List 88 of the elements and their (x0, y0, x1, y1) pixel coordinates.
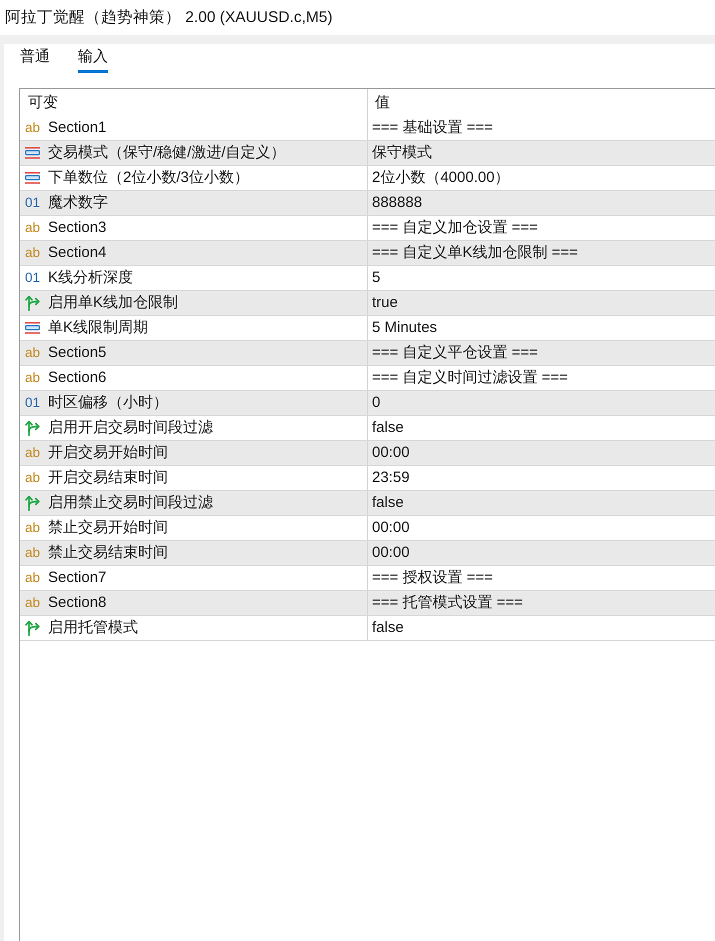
parameter-name: 启用禁止交易时间段过滤 (48, 494, 213, 512)
parameter-name: 启用托管模式 (48, 619, 138, 637)
parameter-name: 时区偏移（小时） (48, 394, 168, 412)
text-type-icon: ab (25, 570, 40, 586)
parameter-row[interactable]: ab Section1 === 基础设置 === (20, 116, 715, 141)
parameter-row[interactable]: ab 禁止交易结束时间 00:00 (20, 541, 715, 566)
parameter-name: 开启交易结束时间 (48, 469, 168, 487)
text-type-icon: ab (25, 470, 40, 486)
branch-arrow-icon (25, 620, 40, 636)
parameter-name: 魔术数字 (48, 194, 108, 212)
parameter-row[interactable]: ab Section8 === 托管模式设置 === (20, 591, 715, 616)
parameter-value: false (372, 419, 404, 437)
number-type-icon: 01 (25, 270, 40, 286)
parameter-value: 00:00 (372, 519, 410, 537)
parameter-value: === 自定义加仓设置 === (372, 219, 538, 237)
parameter-row[interactable]: ab 开启交易开始时间 00:00 (20, 441, 715, 466)
parameter-name: 禁止交易结束时间 (48, 544, 168, 562)
parameter-row[interactable]: ab 禁止交易开始时间 00:00 (20, 516, 715, 541)
parameter-value: 888888 (372, 194, 422, 212)
parameter-name: 启用单K线加仓限制 (48, 294, 178, 312)
parameter-value: === 基础设置 === (372, 119, 493, 137)
parameter-row[interactable]: ab 开启交易结束时间 23:59 (20, 466, 715, 491)
parameter-row[interactable]: 交易模式（保守/稳健/激进/自定义） 保守模式 (20, 141, 715, 166)
branch-arrow-icon (25, 420, 40, 436)
parameter-row[interactable]: 01 魔术数字 888888 (20, 191, 715, 216)
list-icon (25, 147, 40, 159)
text-type-icon: ab (25, 545, 40, 561)
parameter-name: 单K线限制周期 (48, 319, 148, 337)
parameter-name: Section6 (48, 369, 106, 387)
parameter-row[interactable]: 单K线限制周期 5 Minutes (20, 316, 715, 341)
parameter-name: 启用开启交易时间段过滤 (48, 419, 213, 437)
list-icon (25, 322, 40, 334)
parameter-name: Section8 (48, 594, 106, 612)
parameter-row[interactable]: 启用托管模式 false (20, 616, 715, 641)
parameter-row[interactable]: ab Section6 === 自定义时间过滤设置 === (20, 366, 715, 391)
parameter-value: 0 (372, 394, 380, 412)
parameter-row[interactable]: ab Section3 === 自定义加仓设置 === (20, 216, 715, 241)
parameter-value: 00:00 (372, 544, 410, 562)
parameter-row[interactable]: 下单数位（2位小数/3位小数） 2位小数（4000.00） (20, 166, 715, 191)
parameter-value: === 托管模式设置 === (372, 594, 523, 612)
number-type-icon: 01 (25, 195, 40, 211)
parameter-name: 禁止交易开始时间 (48, 519, 168, 537)
parameter-name: 下单数位（2位小数/3位小数） (48, 169, 249, 187)
parameter-value: === 自定义平仓设置 === (372, 344, 538, 362)
parameter-value: 2位小数（4000.00） (372, 169, 510, 187)
text-type-icon: ab (25, 445, 40, 461)
parameter-name: 交易模式（保守/稳健/激进/自定义） (48, 144, 286, 162)
parameter-row[interactable]: ab Section4 === 自定义单K线加仓限制 === (20, 241, 715, 266)
parameter-value: 00:00 (372, 444, 410, 462)
parameter-name: K线分析深度 (48, 269, 134, 287)
text-type-icon: ab (25, 595, 40, 611)
parameter-value: false (372, 619, 404, 637)
parameter-row[interactable]: ab Section5 === 自定义平仓设置 === (20, 341, 715, 366)
tab[interactable]: 输入 (78, 44, 108, 73)
parameter-value: 保守模式 (372, 144, 432, 162)
parameter-value: === 授权设置 === (372, 569, 493, 587)
branch-arrow-icon (25, 495, 40, 511)
parameter-row[interactable]: 01 时区偏移（小时） 0 (20, 391, 715, 416)
text-type-icon: ab (25, 245, 40, 261)
parameter-row[interactable]: 启用开启交易时间段过滤 false (20, 416, 715, 441)
column-header: 值 (374, 93, 391, 113)
parameter-row[interactable]: 启用单K线加仓限制 true (20, 291, 715, 316)
text-type-icon: ab (25, 520, 40, 536)
branch-arrow-icon (25, 295, 40, 311)
parameter-row[interactable]: 启用禁止交易时间段过滤 false (20, 491, 715, 516)
parameter-name: Section3 (48, 219, 106, 237)
text-type-icon: ab (25, 120, 40, 136)
parameter-value: false (372, 494, 404, 512)
list-icon (25, 172, 40, 184)
text-type-icon: ab (25, 370, 40, 386)
parameter-value: 5 Minutes (372, 319, 438, 337)
parameter-row[interactable]: ab Section7 === 授权设置 === (20, 566, 715, 591)
parameter-value: === 自定义单K线加仓限制 === (372, 244, 578, 262)
parameter-name: Section4 (48, 244, 106, 262)
parameter-name: 开启交易开始时间 (48, 444, 168, 462)
text-type-icon: ab (25, 220, 40, 236)
parameter-value: true (372, 294, 398, 312)
number-type-icon: 01 (25, 395, 40, 411)
window-title: 阿拉丁觉醒（趋势神策） 2.00 (XAUUSD.c,M5) (5, 8, 333, 28)
parameter-value: 23:59 (372, 469, 410, 487)
parameter-name: Section1 (48, 119, 106, 137)
parameter-row[interactable]: 01 K线分析深度 5 (20, 266, 715, 291)
tab[interactable]: 普通 (20, 44, 50, 73)
parameter-name: Section7 (48, 569, 106, 587)
text-type-icon: ab (25, 345, 40, 361)
parameter-name: Section5 (48, 344, 106, 362)
parameter-value: 5 (372, 269, 380, 287)
parameter-value: === 自定义时间过滤设置 === (372, 369, 568, 387)
